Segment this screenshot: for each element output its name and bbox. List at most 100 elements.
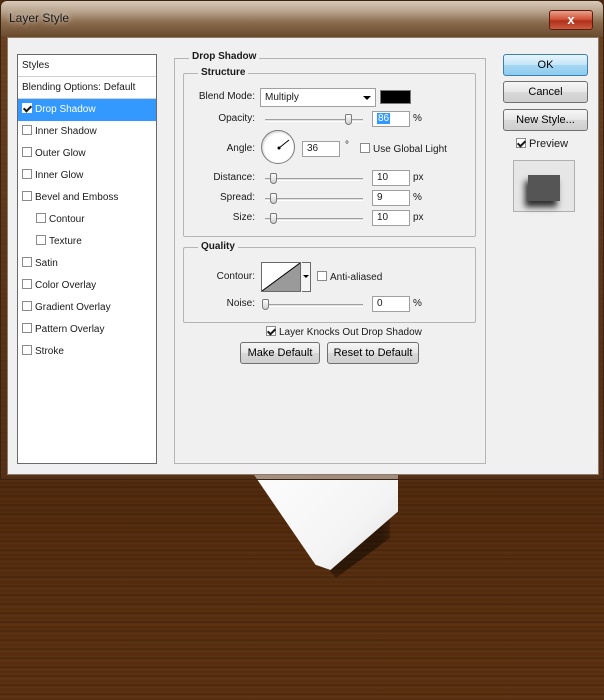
- contour-preview[interactable]: [261, 262, 301, 292]
- size-slider-thumb[interactable]: [270, 213, 277, 224]
- style-item-label: Outer Glow: [35, 148, 86, 159]
- opacity-slider-thumb[interactable]: [345, 114, 352, 125]
- style-item-outer-glow[interactable]: Outer Glow: [18, 143, 156, 165]
- chevron-down-icon: [363, 96, 371, 100]
- inner-glow-checkbox[interactable]: [22, 169, 32, 179]
- style-item-label: Satin: [35, 258, 58, 269]
- distance-value: 10: [377, 172, 389, 183]
- use-global-light-option[interactable]: Use Global Light: [360, 143, 447, 155]
- shadow-color-swatch[interactable]: [380, 90, 411, 104]
- style-item-label: Inner Shadow: [35, 126, 97, 137]
- outer-glow-checkbox[interactable]: [22, 147, 32, 157]
- style-item-texture[interactable]: Texture: [18, 231, 156, 253]
- spread-input[interactable]: 9: [372, 190, 410, 206]
- ok-button[interactable]: OK: [503, 54, 588, 76]
- style-item-pattern-overlay[interactable]: Pattern Overlay: [18, 319, 156, 341]
- opacity-label: Opacity:: [218, 113, 255, 124]
- style-item-gradient-overlay[interactable]: Gradient Overlay: [18, 297, 156, 319]
- color-overlay-checkbox[interactable]: [22, 279, 32, 289]
- blend-mode-label: Blend Mode:: [198, 91, 255, 102]
- distance-slider-track[interactable]: [265, 178, 363, 181]
- style-item-inner-glow[interactable]: Inner Glow: [18, 165, 156, 187]
- style-item-label: Stroke: [35, 346, 64, 357]
- size-slider-track[interactable]: [265, 218, 363, 221]
- style-item-label: Inner Glow: [35, 170, 84, 181]
- anti-aliased-checkbox[interactable]: [317, 271, 327, 281]
- bevel-emboss-checkbox[interactable]: [22, 191, 32, 201]
- angle-dial[interactable]: [261, 130, 295, 164]
- quality-title: Quality: [198, 241, 238, 252]
- noise-slider-thumb[interactable]: [262, 299, 269, 310]
- spread-slider-thumb[interactable]: [270, 193, 277, 204]
- preview-checkbox[interactable]: [516, 138, 526, 148]
- blend-mode-select[interactable]: Multiply: [260, 88, 376, 107]
- contour-dropdown[interactable]: [302, 262, 311, 292]
- quality-group: [183, 247, 476, 323]
- stroke-checkbox[interactable]: [22, 345, 32, 355]
- angle-indicator-icon: [277, 139, 290, 150]
- preview-option[interactable]: Preview: [516, 138, 568, 150]
- contour-curve-icon: [261, 262, 301, 292]
- style-item-stroke[interactable]: Stroke: [18, 341, 156, 363]
- spread-unit: %: [413, 192, 422, 203]
- window-title: Layer Style: [9, 11, 70, 25]
- blending-options-item[interactable]: Blending Options: Default: [18, 77, 156, 99]
- style-item-label: Color Overlay: [35, 280, 97, 291]
- noise-slider-track[interactable]: [265, 304, 363, 307]
- opacity-value: 86: [377, 113, 391, 124]
- cancel-button[interactable]: Cancel: [503, 81, 588, 103]
- reset-to-default-button[interactable]: Reset to Default: [327, 342, 419, 364]
- anti-aliased-label: Anti-aliased: [330, 272, 383, 283]
- angle-unit: °: [345, 140, 349, 151]
- spread-slider-track[interactable]: [265, 198, 363, 201]
- texture-checkbox[interactable]: [36, 235, 46, 245]
- preview-thumbnail: [513, 160, 575, 212]
- drop-shadow-checkbox[interactable]: [22, 103, 32, 113]
- contour-label: Contour:: [216, 271, 255, 282]
- opacity-unit: %: [413, 113, 422, 124]
- satin-checkbox[interactable]: [22, 257, 32, 267]
- close-icon: x: [567, 12, 575, 27]
- styles-list-header[interactable]: Styles: [18, 55, 156, 77]
- style-item-inner-shadow[interactable]: Inner Shadow: [18, 121, 156, 143]
- use-global-light-label: Use Global Light: [373, 144, 447, 155]
- style-item-label: Pattern Overlay: [35, 324, 105, 335]
- noise-label: Noise:: [226, 298, 255, 309]
- make-default-button[interactable]: Make Default: [240, 342, 320, 364]
- angle-value: 36: [307, 143, 319, 154]
- style-item-drop-shadow[interactable]: Drop Shadow: [18, 99, 156, 121]
- styles-list: Styles Blending Options: Default Drop Sh…: [17, 54, 157, 464]
- distance-input[interactable]: 10: [372, 170, 410, 186]
- style-item-label: Bevel and Emboss: [35, 192, 119, 203]
- knocks-out-option[interactable]: Layer Knocks Out Drop Shadow: [266, 326, 422, 338]
- opacity-input[interactable]: 86: [372, 111, 410, 127]
- title-bar[interactable]: Layer Style x: [1, 1, 603, 37]
- drop-shadow-title: Drop Shadow: [189, 51, 260, 62]
- style-item-satin[interactable]: Satin: [18, 253, 156, 275]
- noise-unit: %: [413, 298, 422, 309]
- size-label: Size:: [232, 212, 255, 223]
- distance-slider-thumb[interactable]: [270, 173, 277, 184]
- anti-aliased-option[interactable]: Anti-aliased: [317, 271, 382, 283]
- style-item-label: Drop Shadow: [35, 104, 96, 115]
- preview-square: [528, 175, 560, 201]
- pattern-overlay-checkbox[interactable]: [22, 323, 32, 333]
- gradient-overlay-checkbox[interactable]: [22, 301, 32, 311]
- use-global-light-checkbox[interactable]: [360, 143, 370, 153]
- style-item-color-overlay[interactable]: Color Overlay: [18, 275, 156, 297]
- distance-unit: px: [413, 172, 424, 183]
- angle-input[interactable]: 36: [302, 141, 340, 157]
- knocks-out-label: Layer Knocks Out Drop Shadow: [279, 327, 422, 338]
- size-input[interactable]: 10: [372, 210, 410, 226]
- new-style-button[interactable]: New Style...: [503, 109, 588, 131]
- size-value: 10: [377, 212, 389, 223]
- preview-label: Preview: [529, 138, 569, 150]
- knocks-out-checkbox[interactable]: [266, 326, 276, 336]
- style-item-bevel-emboss[interactable]: Bevel and Emboss: [18, 187, 156, 209]
- inner-shadow-checkbox[interactable]: [22, 125, 32, 135]
- contour-checkbox[interactable]: [36, 213, 46, 223]
- style-item-contour[interactable]: Contour: [18, 209, 156, 231]
- spread-label: Spread:: [219, 192, 255, 203]
- close-button[interactable]: x: [549, 10, 593, 30]
- noise-input[interactable]: 0: [372, 296, 410, 312]
